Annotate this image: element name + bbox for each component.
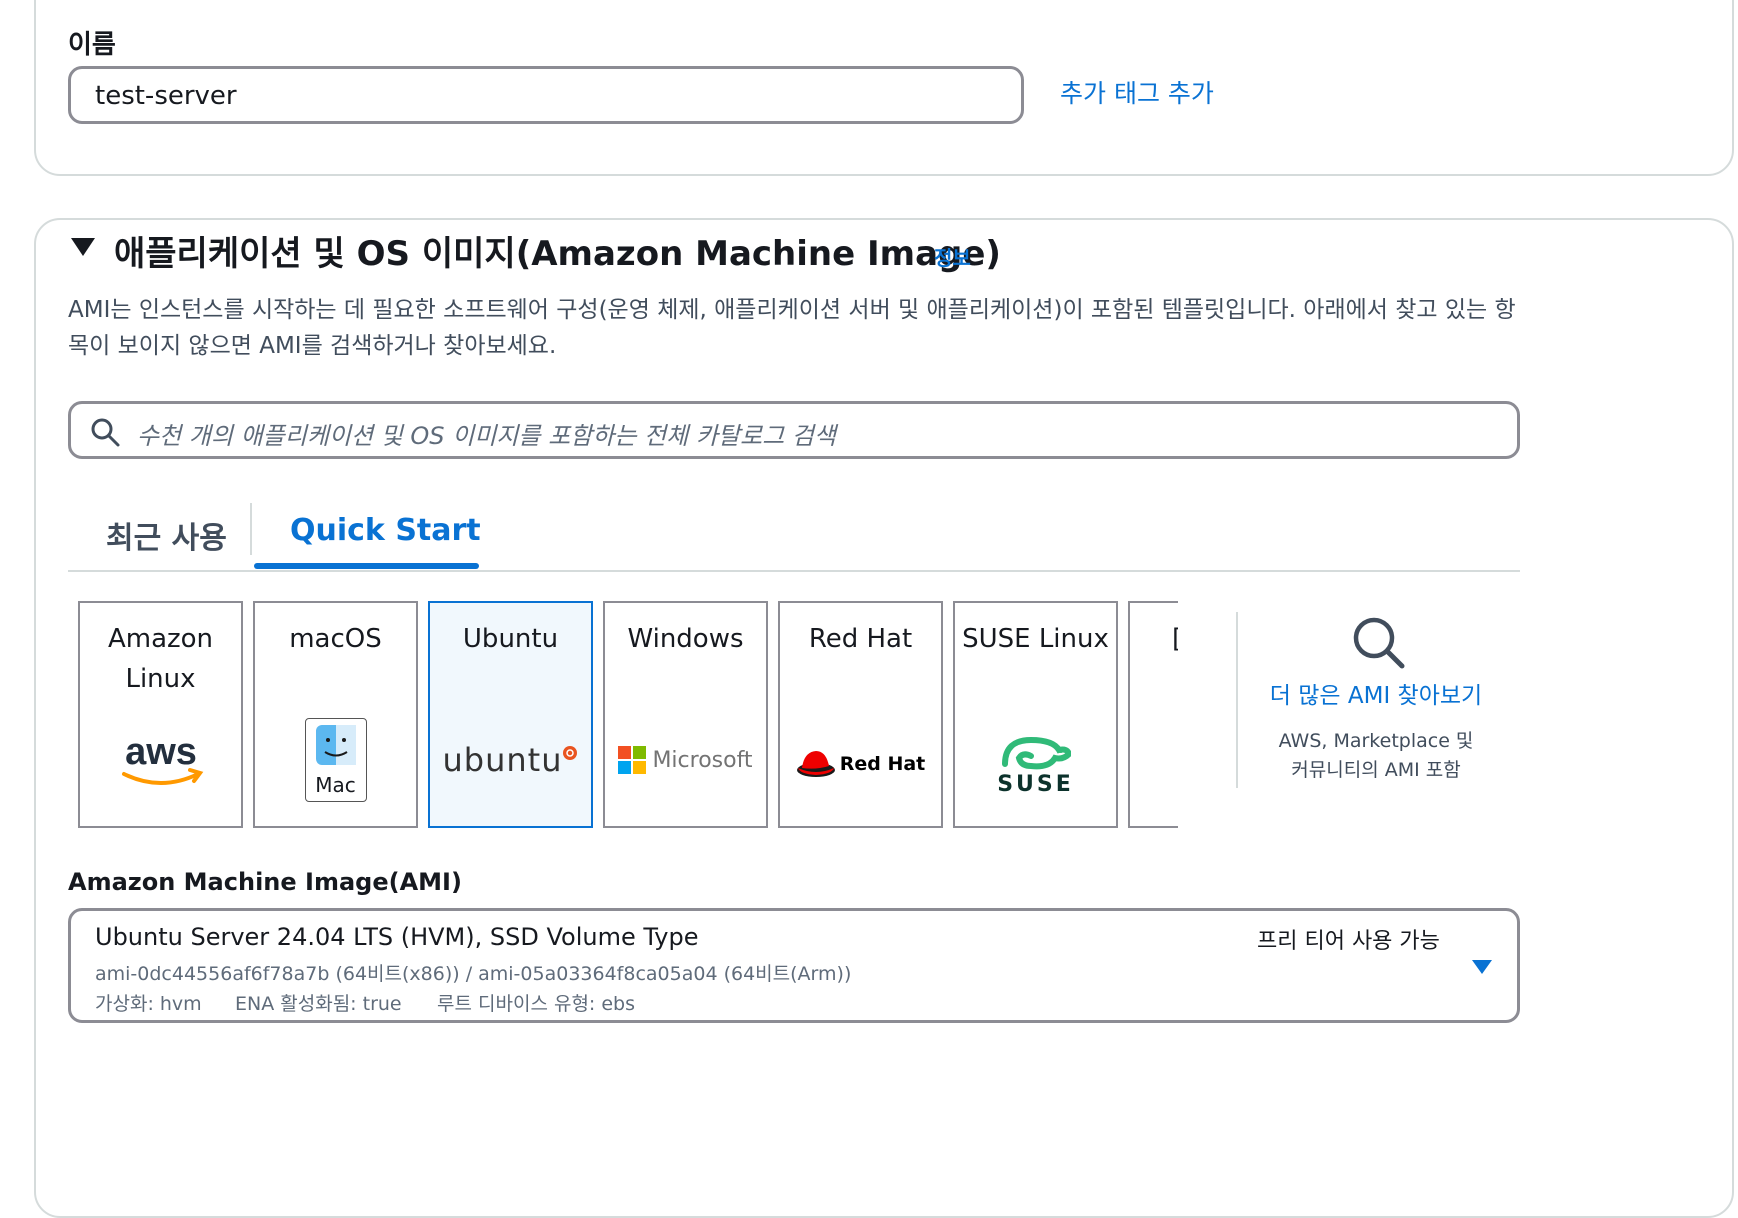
- search-icon: [89, 416, 121, 452]
- os-card-suse-linux[interactable]: SUSE Linux SUSE: [953, 601, 1118, 828]
- ami-ids: ami-0dc44556af6f78a7b (64비트(x86)) / ami-…: [95, 963, 852, 985]
- mac-finder-logo-icon: Mac: [255, 715, 416, 805]
- browse-more-desc-1: AWS, Marketplace 및: [1278, 730, 1474, 752]
- tab-divider: [250, 503, 252, 555]
- browse-more-ami-link[interactable]: 더 많은 AMI 찾아보기: [1238, 676, 1514, 710]
- ami-label: Amazon Machine Image(AMI): [68, 868, 462, 896]
- name-input[interactable]: test-server: [68, 66, 1024, 124]
- search-icon[interactable]: [1350, 614, 1406, 674]
- suse-logo-icon: SUSE: [955, 725, 1116, 805]
- search-placeholder: 수천 개의 애플리케이션 및 OS 이미지를 포함하는 전체 카탈로그 검색: [137, 422, 836, 450]
- ami-meta-virtualization: 가상화: hvm: [95, 993, 202, 1015]
- os-card-name: Windows: [627, 624, 744, 654]
- os-card-windows[interactable]: Windows Microsoft: [603, 601, 768, 828]
- os-card-ubuntu[interactable]: Ubuntu ubuntu: [428, 601, 593, 828]
- tab-recent[interactable]: 최근 사용: [106, 513, 227, 557]
- microsoft-logo-icon: Microsoft: [605, 725, 766, 795]
- ami-description: AMI는 인스턴스를 시작하는 데 필요한 소프트웨어 구성(운영 체제, 애플…: [68, 297, 1516, 359]
- aws-logo-icon: aws: [80, 725, 241, 795]
- redhat-logo-icon: Red Hat: [780, 729, 941, 799]
- os-card-clipped[interactable]: [: [1128, 601, 1178, 828]
- os-card-name: macOS: [289, 624, 382, 654]
- ami-select-title: Ubuntu Server 24.04 LTS (HVM), SSD Volum…: [95, 923, 699, 951]
- os-card-amazon-linux[interactable]: Amazon Linux aws: [78, 601, 243, 828]
- free-tier-badge: 프리 티어 사용 가능: [1257, 929, 1440, 954]
- ubuntu-logo-icon: ubuntu: [430, 725, 591, 795]
- browse-more-desc-2: 커뮤니티의 AMI 포함: [1291, 759, 1461, 781]
- os-card-name: Red Hat: [808, 624, 913, 654]
- os-card-macos[interactable]: macOS Mac: [253, 601, 418, 828]
- tab-quick-start[interactable]: Quick Start: [290, 513, 481, 548]
- tab-active-indicator: [254, 563, 479, 569]
- collapse-triangle-icon[interactable]: [70, 236, 96, 262]
- os-card-name: Ubuntu: [462, 624, 559, 654]
- tabs-underline: [68, 570, 1520, 572]
- name-input-value: test-server: [95, 81, 237, 111]
- os-card-red-hat[interactable]: Red Hat Red Hat: [778, 601, 943, 828]
- dropdown-caret-icon: [1471, 959, 1493, 979]
- add-tags-link[interactable]: 추가 태그 추가: [1060, 74, 1214, 110]
- ami-section-title: 애플리케이션 및 OS 이미지(Amazon Machine Image): [114, 234, 1001, 274]
- info-link[interactable]: 정보: [934, 242, 971, 271]
- os-card-name: [: [1172, 619, 1178, 659]
- svg-text:aws: aws: [125, 731, 197, 773]
- os-card-name: Amazon Linux: [107, 624, 214, 694]
- ami-search-input[interactable]: 수천 개의 애플리케이션 및 OS 이미지를 포함하는 전체 카탈로그 검색: [68, 401, 1520, 459]
- ami-meta-ena: ENA 활성화됨: true: [235, 993, 402, 1015]
- name-label: 이름: [68, 30, 116, 60]
- ami-meta-root: 루트 디바이스 유형: ebs: [437, 993, 636, 1015]
- os-card-name: SUSE Linux: [962, 624, 1109, 654]
- ami-select[interactable]: Ubuntu Server 24.04 LTS (HVM), SSD Volum…: [68, 908, 1520, 1023]
